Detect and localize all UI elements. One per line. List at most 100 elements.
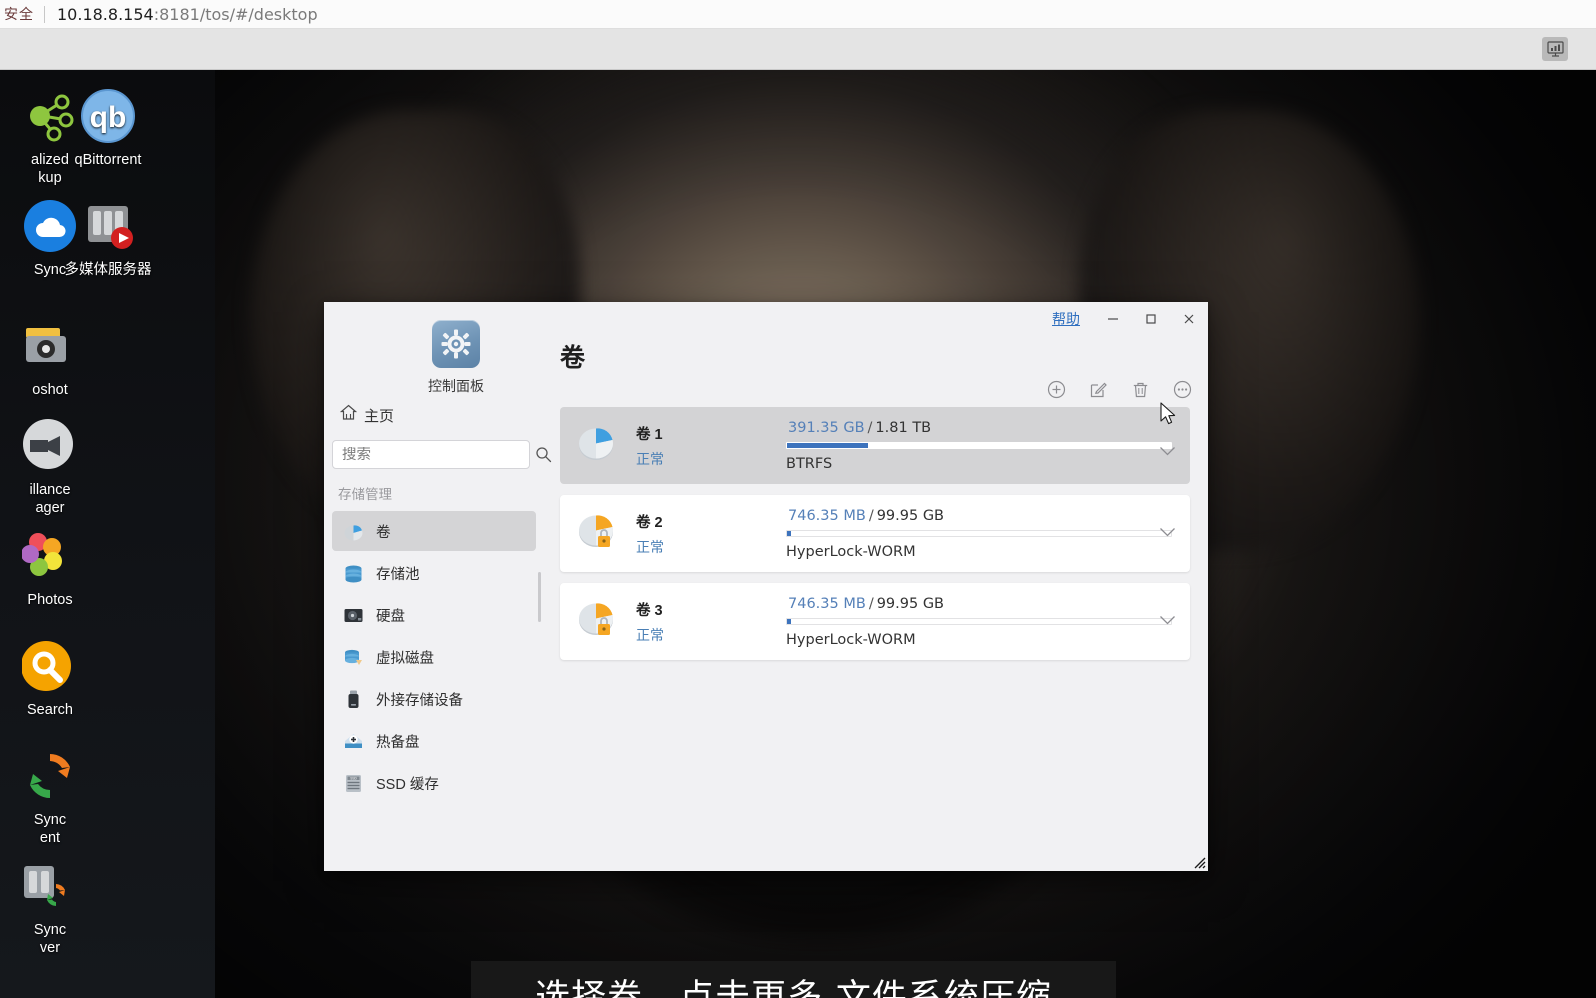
volume-usage-bar bbox=[786, 529, 1172, 537]
volume-pie-lock-icon bbox=[576, 597, 620, 646]
sidebar-item-hard-disk[interactable]: 硬盘 bbox=[332, 595, 536, 635]
desktop-icon-label-2: ver bbox=[39, 940, 61, 956]
status-badge[interactable]: 正常 bbox=[636, 625, 786, 645]
search-input[interactable] bbox=[333, 446, 535, 463]
table-row[interactable]: 卷 2 正常 746.35 MB/99.95 GB HyperLock-WORM bbox=[560, 495, 1190, 572]
sidebar-item-label: 虚拟磁盘 bbox=[376, 650, 434, 667]
volume-icon-wrap bbox=[560, 597, 636, 646]
control-panel-brand: 控制面板 bbox=[386, 320, 526, 396]
sidebar-item-external-storage[interactable]: 外接存储设备 bbox=[332, 679, 536, 719]
desktop-icon-label: qBittorrent bbox=[74, 152, 142, 168]
volume-name: 卷 1 bbox=[636, 426, 663, 443]
svg-text:qb: qb bbox=[90, 101, 127, 134]
sidebar-item-label: 外接存储设备 bbox=[376, 692, 463, 709]
control-panel-window[interactable]: 帮助 控制面板 主页 搜索 存储管理 卷 存储池 硬盘 虚拟磁盘 外接存储设备 … bbox=[324, 302, 1208, 871]
browser-toolbar bbox=[0, 29, 1596, 70]
desktop-icon-qbittorrent[interactable]: qb qBittorrent bbox=[44, 88, 172, 169]
sync-server-icon bbox=[22, 858, 78, 914]
desktop-icon-label-2: kup bbox=[38, 170, 62, 186]
desktop-icon-search-app[interactable]: Search bbox=[0, 638, 114, 719]
sidebar-item-label: 硬盘 bbox=[376, 608, 405, 625]
sidebar-item-virtual-disk[interactable]: 虚拟磁盘 bbox=[332, 637, 536, 677]
chevron-down-icon[interactable] bbox=[1159, 444, 1176, 462]
sidebar-item-label: 存储池 bbox=[376, 566, 420, 583]
edit-volume-button[interactable] bbox=[1086, 380, 1110, 404]
sidebar-item-label: 热备盘 bbox=[376, 734, 420, 751]
volume-usage-bar bbox=[786, 441, 1172, 449]
browser-chrome: 安全 10.18.8.154:8181/tos/#/desktop bbox=[0, 0, 1596, 70]
sidebar-item-label: 卷 bbox=[376, 524, 391, 541]
multimedia-server-icon bbox=[80, 198, 136, 254]
url-path: :8181/tos/#/desktop bbox=[153, 4, 318, 24]
desktop-icon-label: illance bbox=[29, 482, 71, 498]
chart-extension-icon[interactable] bbox=[1542, 37, 1568, 61]
volume-icon-wrap bbox=[560, 509, 636, 558]
volume-meta: 卷 3 正常 bbox=[636, 599, 786, 645]
sidebar: 主页 存储管理 bbox=[324, 398, 552, 871]
status-badge[interactable]: 正常 bbox=[636, 537, 786, 557]
desktop-icon-snapshot[interactable]: oshot bbox=[0, 318, 114, 399]
volume-pie-blue-icon bbox=[576, 421, 620, 470]
sidebar-item-volume[interactable]: 卷 bbox=[332, 511, 536, 551]
gear-icon bbox=[432, 320, 480, 368]
desktop-icon-label: Sync bbox=[33, 922, 67, 938]
volume-usage: 391.35 GB/1.81 TB BTRFS bbox=[786, 420, 1190, 472]
volume-usage-bar-fill bbox=[787, 530, 791, 536]
desktop-icon-photos[interactable]: Photos bbox=[0, 528, 114, 609]
desktop-icon-label: Sync bbox=[33, 812, 67, 828]
sidebar-item-hot-spare[interactable]: 热备盘 bbox=[332, 721, 536, 761]
desktop-icon-label: oshot bbox=[32, 382, 68, 398]
volume-meta: 卷 1 正常 bbox=[636, 423, 786, 469]
virtual-disk-icon bbox=[342, 646, 364, 668]
table-row[interactable]: 卷 3 正常 746.35 MB/99.95 GB HyperLock-WORM bbox=[560, 583, 1190, 660]
chevron-down-icon[interactable] bbox=[1159, 613, 1176, 631]
delete-volume-button[interactable] bbox=[1128, 380, 1152, 404]
desktop-icon-surveillance-manager[interactable]: illance ager bbox=[0, 418, 114, 517]
address-bar[interactable]: 安全 10.18.8.154:8181/tos/#/desktop bbox=[0, 0, 1596, 29]
create-volume-button[interactable] bbox=[1044, 380, 1068, 404]
volume-icon-wrap bbox=[560, 421, 636, 470]
volume-usage-bar-fill bbox=[787, 442, 868, 448]
sidebar-item-storage-pool[interactable]: 存储池 bbox=[332, 553, 536, 593]
volume-total: 1.81 TB bbox=[875, 419, 932, 436]
desktop-icon-label-2: ager bbox=[35, 500, 65, 516]
volume-filesystem: HyperLock-WORM bbox=[786, 631, 916, 648]
chevron-down-icon[interactable] bbox=[1159, 525, 1176, 543]
more-actions-button[interactable] bbox=[1170, 380, 1194, 404]
sidebar-item-ssd-cache[interactable]: SSD SSD 缓存 bbox=[332, 763, 536, 803]
desktop-icon-sync-server[interactable]: Sync ver bbox=[0, 858, 114, 957]
caption-text: 选择卷，点击更多-文件系统压缩 bbox=[535, 978, 1052, 998]
more-ellipsis-icon bbox=[1173, 380, 1192, 404]
qbittorrent-icon: qb bbox=[80, 88, 136, 144]
security-label: 安全 bbox=[4, 7, 34, 23]
volume-list: 卷 1 正常 391.35 GB/1.81 TB BTRFS 卷 2 正常 74… bbox=[560, 407, 1190, 671]
url-text[interactable]: 10.18.8.154:8181/tos/#/desktop bbox=[57, 5, 318, 24]
volume-used: 746.35 MB bbox=[788, 507, 866, 524]
sync-client-icon bbox=[22, 748, 78, 804]
sidebar-item-home[interactable]: 主页 bbox=[324, 398, 544, 432]
status-badge[interactable]: 正常 bbox=[636, 449, 786, 469]
volume-pie-icon bbox=[342, 520, 364, 542]
sidebar-item-label: SSD 缓存 bbox=[376, 776, 439, 793]
control-panel-title: 控制面板 bbox=[428, 378, 484, 394]
volume-total: 99.95 GB bbox=[876, 507, 945, 524]
volume-usage-bar bbox=[786, 617, 1172, 625]
desktop-icon-label-2: ent bbox=[39, 830, 61, 846]
volume-total: 99.95 GB bbox=[876, 595, 945, 612]
volume-usage-separator: / bbox=[868, 507, 874, 524]
sidebar-scrollbar[interactable] bbox=[538, 572, 541, 622]
desktop: alized kup qb qBittorrent Sync 多媒体服务器 os… bbox=[0, 70, 1596, 998]
photos-icon bbox=[22, 528, 78, 584]
page-title: 卷 bbox=[560, 344, 586, 372]
volume-usage-text: 746.35 MB/99.95 GB bbox=[786, 508, 1172, 524]
desktop-icon-label: Search bbox=[27, 702, 73, 718]
desktop-icon-multimedia-server[interactable]: 多媒体服务器 bbox=[44, 198, 172, 279]
ssd-cache-icon: SSD bbox=[342, 772, 364, 794]
search-box[interactable] bbox=[332, 440, 552, 469]
volume-name: 卷 2 bbox=[636, 514, 663, 531]
window-resize-grip[interactable] bbox=[1190, 853, 1206, 869]
storage-pool-icon bbox=[342, 562, 364, 584]
plus-circle-icon bbox=[1047, 380, 1066, 404]
desktop-icon-sync-client[interactable]: Sync ent bbox=[0, 748, 114, 847]
table-row[interactable]: 卷 1 正常 391.35 GB/1.81 TB BTRFS bbox=[560, 407, 1190, 484]
